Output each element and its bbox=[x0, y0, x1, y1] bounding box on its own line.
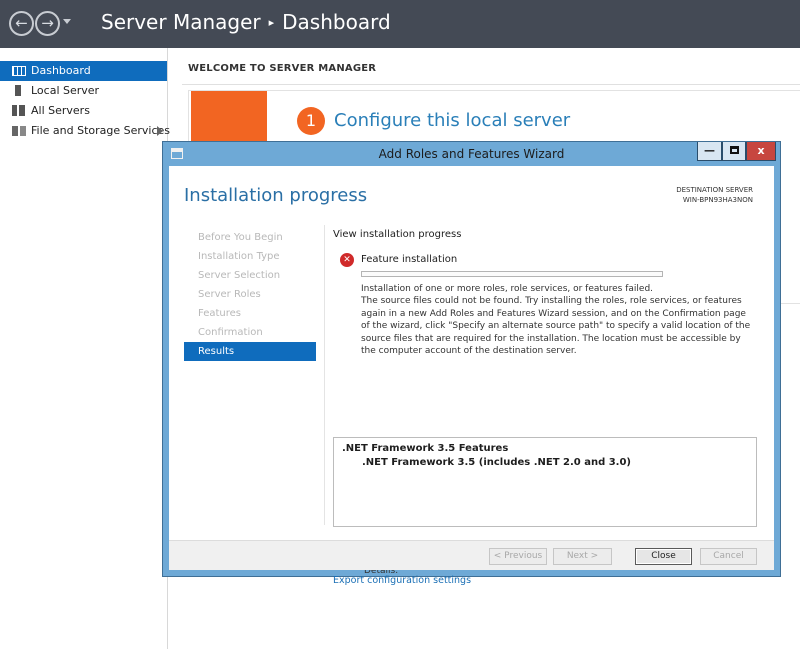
view-progress-label: View installation progress bbox=[333, 229, 462, 240]
sidebar-item-label: Local Server bbox=[31, 84, 100, 97]
wizard-body: Installation progress DESTINATION SERVER… bbox=[169, 166, 774, 586]
wizard-step-server-roles: Server Roles bbox=[198, 289, 261, 300]
all-servers-icon bbox=[12, 105, 25, 116]
error-icon: ✕ bbox=[340, 253, 354, 267]
minimize-button[interactable]: — bbox=[697, 142, 722, 161]
destination-server-name: WIN-BPN93HA3NON bbox=[682, 196, 753, 204]
breadcrumb: Dashboard bbox=[282, 10, 391, 34]
app-title: Server Manager bbox=[101, 10, 261, 34]
cancel-button[interactable]: Cancel bbox=[700, 548, 757, 565]
maximize-icon bbox=[729, 146, 739, 154]
wizard-step-features: Features bbox=[198, 308, 241, 319]
feature-installation-label: Feature installation bbox=[361, 254, 458, 265]
forward-arrow-icon[interactable]: → bbox=[35, 11, 60, 36]
divider bbox=[182, 84, 800, 85]
dashboard-icon bbox=[12, 66, 26, 76]
wizard-step-installation-type: Installation Type bbox=[198, 251, 280, 262]
expand-arrow-icon[interactable] bbox=[157, 126, 163, 136]
wizard-step-before-you-begin: Before You Begin bbox=[198, 232, 283, 243]
close-button[interactable]: Close bbox=[635, 548, 692, 565]
sidebar-item-label: All Servers bbox=[31, 104, 90, 117]
error-detail: The source files could not be found. Try… bbox=[361, 296, 751, 357]
result-subfeature: .NET Framework 3.5 (includes .NET 2.0 an… bbox=[362, 457, 631, 468]
divider bbox=[324, 225, 325, 525]
configure-server-link[interactable]: Configure this local server bbox=[334, 110, 570, 131]
sidebar-item-file-storage[interactable]: File and Storage Services bbox=[0, 121, 171, 141]
wizard-step-nav: Before You Begin Installation Type Serve… bbox=[184, 228, 316, 361]
wizard-title: Add Roles and Features Wizard bbox=[378, 147, 565, 161]
destination-server-label: DESTINATION SERVER bbox=[676, 186, 753, 194]
wizard-step-confirmation: Confirmation bbox=[198, 327, 263, 338]
sidebar-item-dashboard[interactable]: Dashboard bbox=[0, 61, 167, 81]
page-title: Server Manager ▸ Dashboard bbox=[101, 10, 391, 34]
step-number-badge: 1 bbox=[297, 107, 325, 135]
next-button[interactable]: Next > bbox=[553, 548, 612, 565]
wizard-step-results[interactable]: Results bbox=[184, 342, 316, 361]
maximize-button[interactable] bbox=[722, 142, 746, 161]
sidebar-item-local-server[interactable]: Local Server bbox=[0, 81, 167, 101]
breadcrumb-separator-icon: ▸ bbox=[268, 16, 275, 29]
wizard-titlebar[interactable]: Add Roles and Features Wizard — x bbox=[163, 142, 780, 166]
history-dropdown-icon[interactable] bbox=[63, 19, 71, 24]
wizard-footer: < Previous Next > Close Cancel bbox=[169, 540, 774, 570]
wizard-page-title: Installation progress bbox=[184, 185, 368, 206]
sidebar-item-label: Dashboard bbox=[31, 64, 91, 77]
server-manager-titlebar: ← → Server Manager ▸ Dashboard bbox=[0, 0, 800, 48]
result-feature: .NET Framework 3.5 Features bbox=[342, 443, 509, 454]
results-list[interactable]: .NET Framework 3.5 Features .NET Framewo… bbox=[333, 437, 757, 527]
sidebar-item-all-servers[interactable]: All Servers bbox=[0, 101, 167, 121]
installation-progress-bar bbox=[361, 271, 663, 277]
sidebar-item-label: File and Storage Services bbox=[31, 124, 171, 137]
welcome-heading: WELCOME TO SERVER MANAGER bbox=[188, 63, 377, 74]
destination-server: DESTINATION SERVER WIN-BPN93HA3NON bbox=[676, 185, 753, 205]
error-summary: Installation of one or more roles, role … bbox=[361, 284, 654, 294]
add-roles-wizard-dialog: Add Roles and Features Wizard — x Instal… bbox=[162, 141, 781, 586]
previous-button[interactable]: < Previous bbox=[489, 548, 547, 565]
sidebar: Dashboard Local Server All Servers File … bbox=[0, 48, 171, 649]
file-storage-icon bbox=[12, 126, 26, 136]
export-configuration-link[interactable]: Export configuration settings bbox=[333, 575, 471, 586]
back-arrow-icon[interactable]: ← bbox=[9, 11, 34, 36]
close-window-button[interactable]: x bbox=[746, 142, 776, 161]
local-server-icon bbox=[15, 85, 21, 96]
error-message: Installation of one or more roles, role … bbox=[361, 283, 757, 357]
wizard-step-server-selection: Server Selection bbox=[198, 270, 281, 281]
